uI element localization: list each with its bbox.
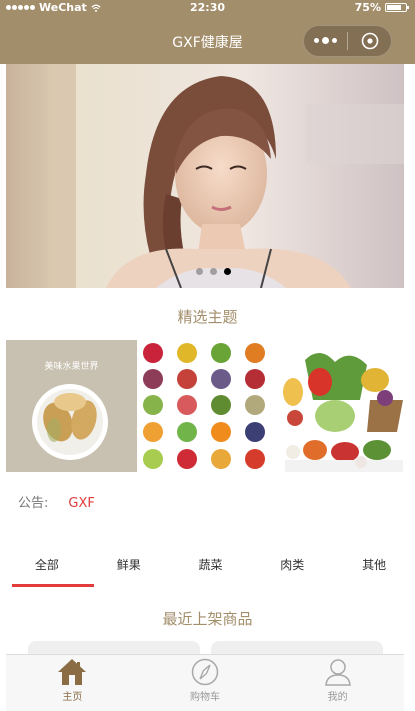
fruit-grid-image	[143, 343, 265, 469]
theme-card-vegetables[interactable]	[275, 340, 404, 472]
product-grid	[28, 641, 384, 655]
tab-other[interactable]: 其他	[333, 547, 415, 589]
category-tabs: 全部 鲜果 蔬菜 肉类 其他	[0, 547, 415, 589]
tab-meat[interactable]: 肉类	[251, 547, 333, 589]
status-right: 75%	[354, 1, 409, 14]
carousel-dot[interactable]	[196, 268, 203, 275]
product-card[interactable]	[28, 641, 200, 655]
miniprogram-capsule	[303, 25, 392, 57]
banner-image	[6, 64, 404, 288]
theme-list: 美味水果世界	[6, 340, 404, 472]
carousel-dot-active[interactable]	[224, 268, 231, 275]
status-bar: WeChat 22:30 75%	[0, 0, 415, 16]
recent-section-title: 最近上架商品	[162, 610, 253, 628]
page: WeChat 22:30 75% GXF健康屋 精选主题 美味水果世界 公告: …	[0, 0, 415, 711]
tabbar-mine[interactable]: 我的	[271, 655, 404, 711]
user-icon	[324, 659, 351, 686]
tab-vegetables[interactable]: 蔬菜	[170, 547, 252, 589]
theme-card-assorted-fruit[interactable]	[137, 340, 275, 472]
tabbar-mine-label: 我的	[327, 692, 348, 703]
vegetable-basket-image	[283, 352, 403, 472]
close-circle-icon	[361, 32, 378, 50]
navigation-bar: GXF健康屋	[0, 16, 415, 64]
carousel-indicator	[196, 268, 231, 275]
notice-bar[interactable]: 公告: GXF	[18, 492, 95, 511]
product-card[interactable]	[211, 641, 383, 655]
tab-fresh-fruit[interactable]: 鲜果	[88, 547, 170, 589]
tabbar-home[interactable]: 主页	[6, 655, 139, 711]
status-time: 22:30	[189, 1, 225, 14]
notice-text: GXF	[68, 496, 95, 511]
featured-section-title: 精选主题	[177, 308, 238, 326]
home-icon	[58, 659, 87, 685]
battery-percent: 75%	[354, 1, 381, 14]
tabbar-cart[interactable]: 购物车	[139, 655, 272, 711]
close-button[interactable]	[348, 32, 391, 50]
theme-card-fruit[interactable]: 美味水果世界	[6, 340, 137, 472]
banner-carousel[interactable]	[6, 64, 404, 288]
mango-plate-image	[32, 384, 108, 460]
compass-icon	[191, 658, 219, 686]
battery-icon	[385, 3, 409, 12]
tabbar-home-label: 主页	[62, 692, 83, 703]
notice-label: 公告:	[18, 496, 49, 511]
tabbar-cart-label: 购物车	[190, 692, 220, 703]
bottom-tab-bar: 主页 购物车 我的	[6, 654, 404, 711]
tab-all[interactable]: 全部	[6, 547, 94, 589]
more-button[interactable]	[304, 37, 347, 44]
carousel-dot[interactable]	[210, 268, 217, 275]
